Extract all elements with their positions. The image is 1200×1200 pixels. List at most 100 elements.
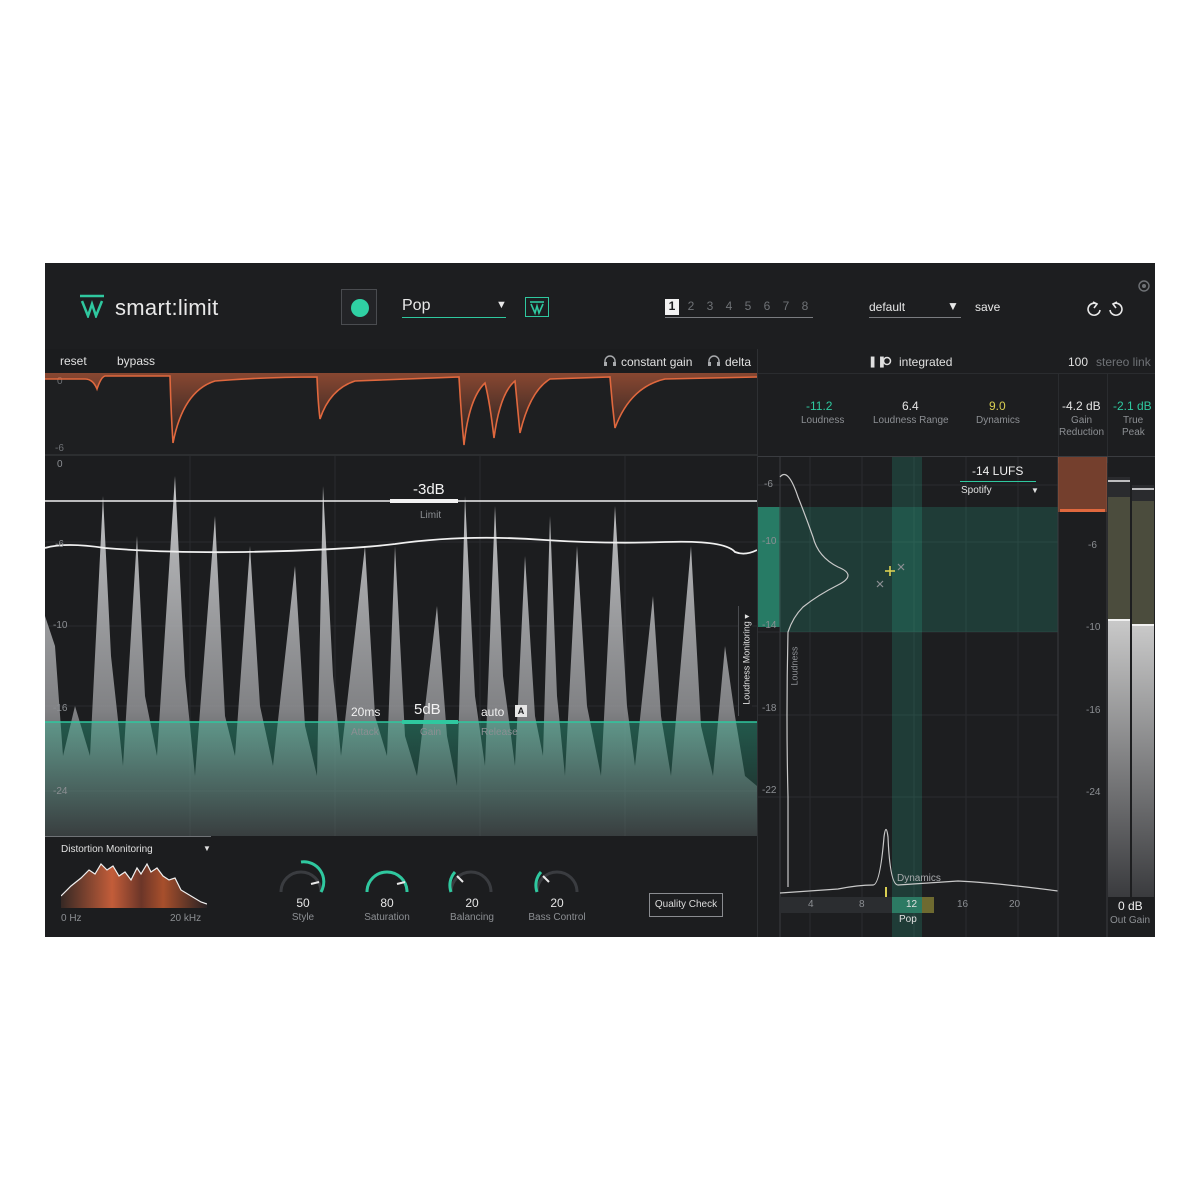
meter-scale-16: -16 — [1086, 705, 1101, 716]
dynamics-scale-16: 16 — [957, 899, 969, 910]
saturation-knob[interactable] — [361, 858, 413, 898]
bass-control-knob[interactable] — [531, 858, 583, 898]
save-button[interactable]: save — [975, 300, 1000, 314]
profile-select[interactable]: Pop — [402, 297, 430, 315]
preset-select[interactable]: default — [869, 300, 905, 314]
record-dot-icon — [351, 299, 369, 317]
gain-reduction-label-1: Gain — [1071, 415, 1093, 426]
headphones-delta-icon — [708, 355, 720, 366]
slot-5[interactable]: 5 — [741, 299, 755, 315]
preset-dropdown-icon[interactable]: ▼ — [947, 299, 959, 313]
gain-reduction-curve — [45, 373, 757, 456]
balancing-knob[interactable] — [445, 858, 497, 898]
balancing-value: 20 — [465, 896, 479, 910]
undo-redo-icons[interactable] — [1085, 301, 1125, 319]
preset-underline — [869, 317, 961, 318]
saturation-value: 80 — [380, 896, 394, 910]
style-knob[interactable] — [275, 858, 327, 898]
dynamics-scale-4: 4 — [808, 899, 814, 910]
integrated-select[interactable]: integrated — [899, 355, 952, 369]
gain-reduction-value: -4.2 dB — [1062, 399, 1101, 413]
attack-value[interactable]: 20ms — [351, 705, 380, 719]
loudness-panel: ❚❚ integrated 100 stereo link -11.2 Loud… — [757, 349, 1155, 937]
out-gain-value[interactable]: 0 dB — [1118, 899, 1143, 913]
slot-2[interactable]: 2 — [684, 299, 698, 315]
distortion-dropdown-icon[interactable]: ▼ — [203, 844, 211, 853]
slot-6[interactable]: 6 — [760, 299, 774, 315]
dynamics-value: 9.0 — [989, 399, 1006, 413]
slot-4[interactable]: 4 — [722, 299, 736, 315]
dynamics-axis-label: Dynamics — [897, 873, 941, 884]
profile-underline — [402, 317, 506, 318]
settings-gear-icon[interactable] — [1137, 279, 1151, 293]
quality-check-button[interactable]: Quality Check — [649, 893, 723, 917]
platform-select[interactable]: Spotify — [961, 485, 992, 496]
constant-gain-button[interactable]: constant gain — [621, 355, 692, 369]
loudness-label: Loudness — [801, 415, 845, 426]
bypass-button[interactable]: bypass — [117, 354, 155, 368]
meters-divider-1 — [1058, 373, 1059, 463]
true-peak-label-1: True — [1123, 415, 1144, 426]
profile-logo-button[interactable] — [525, 297, 549, 317]
dynamics-scale-12: 12 — [906, 899, 918, 910]
true-peak-label-2: Peak — [1122, 427, 1145, 438]
main-scale-10: -10 — [53, 620, 68, 631]
slot-3[interactable]: 3 — [703, 299, 717, 315]
main-scale-24: -24 — [53, 786, 68, 797]
header-bar: smart:limit Pop ▼ 1 2 3 4 5 6 7 8 defaul… — [45, 263, 1155, 349]
reset-button[interactable]: reset — [60, 354, 87, 368]
distortion-spectrum — [61, 862, 207, 908]
meter-scale-24: -24 — [1086, 787, 1101, 798]
meter-scale-6: -6 — [1088, 540, 1097, 551]
slot-1[interactable]: 1 — [665, 299, 679, 315]
right-scale-10: -10 — [762, 536, 777, 547]
stereo-link-label: stereo link — [1096, 355, 1151, 369]
right-scale-6: -6 — [764, 479, 773, 490]
meters-top-divider — [758, 373, 1155, 374]
stereo-link-value[interactable]: 100 — [1068, 355, 1088, 369]
loudness-range-value: 6.4 — [902, 399, 919, 413]
headphones-icon — [604, 355, 616, 366]
target-lufs-underline — [960, 481, 1036, 482]
main-scale-16: -16 — [53, 703, 68, 714]
waveform-display[interactable]: 0 -6 -10 -16 -24 -3dB Limit 20ms Attack … — [45, 456, 757, 836]
main-scale-6: -6 — [55, 539, 64, 550]
slot-8[interactable]: 8 — [798, 299, 812, 315]
release-auto-badge[interactable]: A — [515, 705, 527, 717]
bass-control-value: 20 — [550, 896, 564, 910]
release-value[interactable]: auto — [481, 705, 504, 719]
sonible-logo-small-icon — [530, 301, 544, 316]
reset-loop-icon[interactable] — [882, 356, 892, 366]
bottom-controls: Distortion Monitoring ▼ 0 Hz 20 kHz 50 S… — [45, 836, 757, 937]
target-lufs-value[interactable]: -14 LUFS — [972, 464, 1023, 478]
platform-dropdown-icon[interactable]: ▼ — [1031, 486, 1039, 495]
slot-7[interactable]: 7 — [779, 299, 793, 315]
attack-label: Attack — [351, 727, 379, 738]
product-name: smart:limit — [115, 295, 219, 320]
distortion-monitoring-select[interactable]: Distortion Monitoring — [61, 844, 153, 855]
gain-value[interactable]: 5dB — [414, 701, 441, 718]
dynamics-scale-8: 8 — [859, 899, 865, 910]
right-scale-18: -18 — [762, 703, 777, 714]
delta-button[interactable]: delta — [725, 355, 751, 369]
distortion-max-freq: 20 kHz — [170, 913, 202, 924]
meters-divider-2 — [1107, 373, 1108, 463]
style-value: 50 — [296, 896, 310, 910]
record-button[interactable] — [341, 289, 377, 325]
gain-reduction-label-2: Reduction — [1059, 427, 1105, 438]
gain-reduction-history: 0 -6 — [45, 373, 757, 456]
loudness-monitoring-tab[interactable]: Loudness Monitoring ▾ — [738, 606, 752, 716]
profile-dropdown-icon[interactable]: ▼ — [496, 299, 507, 311]
genre-label: Pop — [899, 914, 917, 925]
loudness-range-label: Loudness Range — [873, 415, 949, 426]
true-peak-value: -2.1 dB — [1113, 399, 1152, 413]
distortion-min-freq: 0 Hz — [61, 913, 82, 924]
distortion-divider — [45, 836, 211, 837]
gain-handle[interactable] — [402, 720, 458, 724]
dynamics-label: Dynamics — [976, 415, 1020, 426]
right-scale-14: -14 — [762, 620, 777, 631]
slots-underline — [665, 317, 813, 318]
limit-handle[interactable] — [390, 499, 458, 503]
limit-value[interactable]: -3dB — [413, 481, 445, 498]
right-scale-22: -22 — [762, 785, 777, 796]
